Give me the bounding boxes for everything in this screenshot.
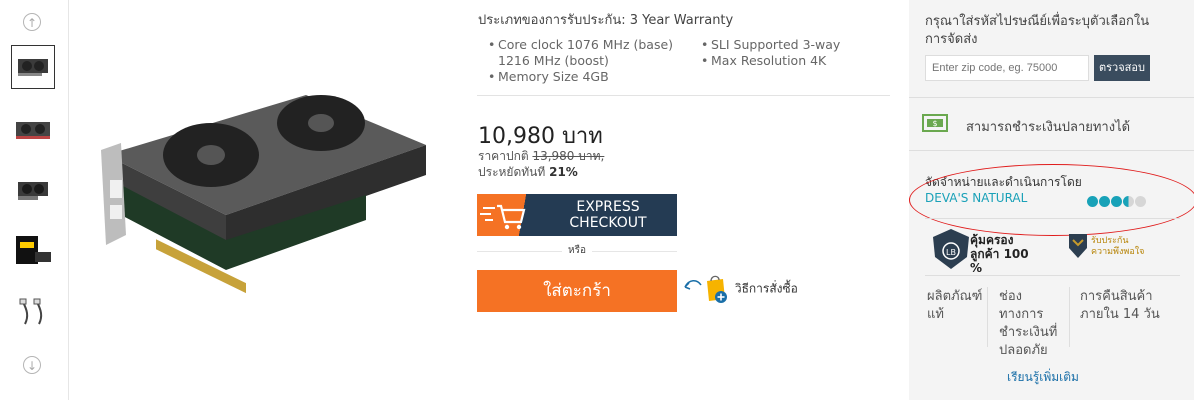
gpu-thumbnail-image bbox=[18, 59, 48, 76]
highlight-annotation bbox=[909, 164, 1194, 236]
sidebar-divider bbox=[925, 218, 1180, 219]
main-product-image[interactable] bbox=[96, 85, 431, 300]
specs-list-right: SLI Supported 3-way Max Resolution 4K bbox=[701, 37, 881, 69]
cart-icon-area bbox=[477, 194, 549, 236]
warranty-label: ประเภทของการรับประกัน: 3 Year Warranty bbox=[478, 13, 734, 28]
column-divider bbox=[987, 287, 988, 347]
customer-protection-label: คุ้มครองลูกค้า 100 % bbox=[970, 233, 1029, 275]
spec-item: SLI Supported 3-way bbox=[701, 37, 881, 53]
arrow-up-icon[interactable]: ↑ bbox=[23, 13, 41, 31]
arrow-down-icon[interactable]: ↓ bbox=[23, 356, 41, 374]
specs-list-left: Core clock 1076 MHz (base) 1216 MHz (boo… bbox=[488, 37, 688, 85]
sidebar-divider bbox=[909, 150, 1194, 151]
shield-icon: LB bbox=[931, 227, 971, 275]
or-separator: หรือ bbox=[477, 243, 677, 258]
spec-item: Core clock 1076 MHz (base) 1216 MHz (boo… bbox=[488, 37, 688, 69]
discount-label: ประหยัดทันที bbox=[478, 165, 546, 179]
guarantee-secure-payment: ช่องทางการชำระเงินที่ปลอดภัย bbox=[999, 289, 1058, 358]
satisfaction-line-1: รับประกัน bbox=[1091, 236, 1129, 246]
section-divider bbox=[477, 95, 890, 96]
how-to-buy-link[interactable]: วิธีการสั่งซื้อ bbox=[683, 273, 798, 305]
regular-price-label: ราคาปกติ bbox=[478, 149, 529, 163]
or-label: หรือ bbox=[562, 245, 592, 256]
gpu-box-thumbnail-image bbox=[16, 236, 51, 264]
discount-value: 21% bbox=[549, 165, 578, 179]
spec-item: Max Resolution 4K bbox=[701, 53, 881, 69]
spec-item: Memory Size 4GB bbox=[488, 69, 688, 85]
zip-code-input[interactable] bbox=[925, 55, 1089, 81]
svg-text:LB: LB bbox=[946, 248, 956, 257]
satisfaction-line-2: ความพึงพอใจ bbox=[1091, 247, 1145, 257]
thumbnail-5[interactable] bbox=[11, 290, 55, 334]
how-to-buy-label: วิธีการสั่งซื้อ bbox=[734, 281, 798, 296]
column-divider bbox=[1069, 287, 1070, 347]
learn-more-link[interactable]: เรียนรู้เพิ่มเติม bbox=[1007, 368, 1079, 387]
guarantee-return: การคืนสินค้าภายใน 14 วัน bbox=[1080, 289, 1160, 322]
guarantee-badge-icon bbox=[1067, 232, 1089, 264]
thumbnail-3[interactable] bbox=[11, 168, 55, 212]
guarantee-authentic: ผลิตภัณฑ์แท้ bbox=[927, 289, 983, 322]
add-to-cart-button[interactable]: ใส่ตะกร้า bbox=[477, 270, 677, 312]
cod-label: สามารถชำระเงินปลายทางได้ bbox=[966, 120, 1131, 135]
thumbnail-1[interactable] bbox=[11, 45, 55, 89]
check-zip-button[interactable]: ตรวจสอบ bbox=[1094, 55, 1150, 81]
thumbnail-2[interactable] bbox=[11, 108, 55, 152]
svg-text:$: $ bbox=[932, 119, 937, 128]
express-checkout-label: EXPRESS CHECKOUT bbox=[569, 199, 647, 231]
sidebar-divider bbox=[925, 275, 1180, 276]
regular-price-value: 13,980 บาท, bbox=[532, 149, 605, 163]
shopping-bag-icon bbox=[684, 275, 727, 303]
satisfaction-badge-text: รับประกัน ความพึงพอใจ bbox=[1091, 236, 1144, 258]
thumbnail-4[interactable] bbox=[11, 228, 55, 272]
gpu-thumbnail-image bbox=[18, 182, 48, 200]
cable-thumbnail-image bbox=[19, 298, 43, 325]
cash-icon: $ bbox=[921, 111, 949, 139]
discount-row: ประหยัดทันที 21% bbox=[478, 163, 578, 182]
graphics-card-image bbox=[101, 95, 426, 294]
cart-icon bbox=[480, 204, 526, 230]
zip-prompt: กรุณาใส่รหัสไปรษณีย์เพื่อระบุตัวเลือกในก… bbox=[925, 14, 1150, 47]
thumbnail-gallery: ↑ ↓ bbox=[0, 0, 69, 400]
express-checkout-button[interactable]: EXPRESS CHECKOUT bbox=[477, 194, 677, 236]
sidebar-divider bbox=[909, 97, 1194, 98]
gpu-thumbnail-image bbox=[16, 122, 50, 139]
